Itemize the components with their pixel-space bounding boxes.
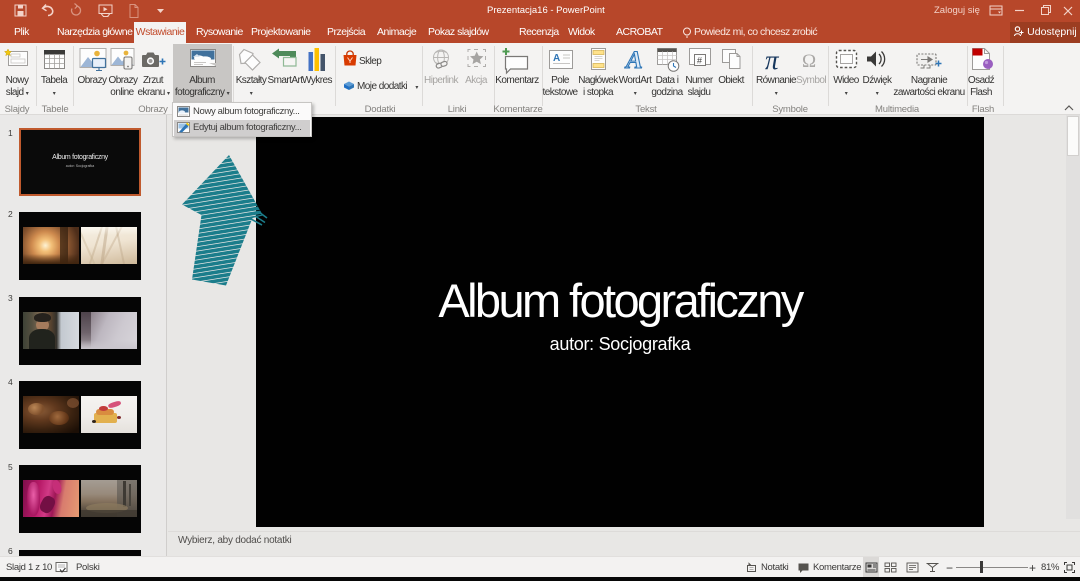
svg-text:π: π	[765, 45, 780, 75]
svg-text:Ω: Ω	[802, 51, 816, 72]
svg-text:#: #	[697, 56, 702, 66]
svg-text:A: A	[553, 53, 560, 64]
svg-text:A: A	[624, 47, 643, 74]
